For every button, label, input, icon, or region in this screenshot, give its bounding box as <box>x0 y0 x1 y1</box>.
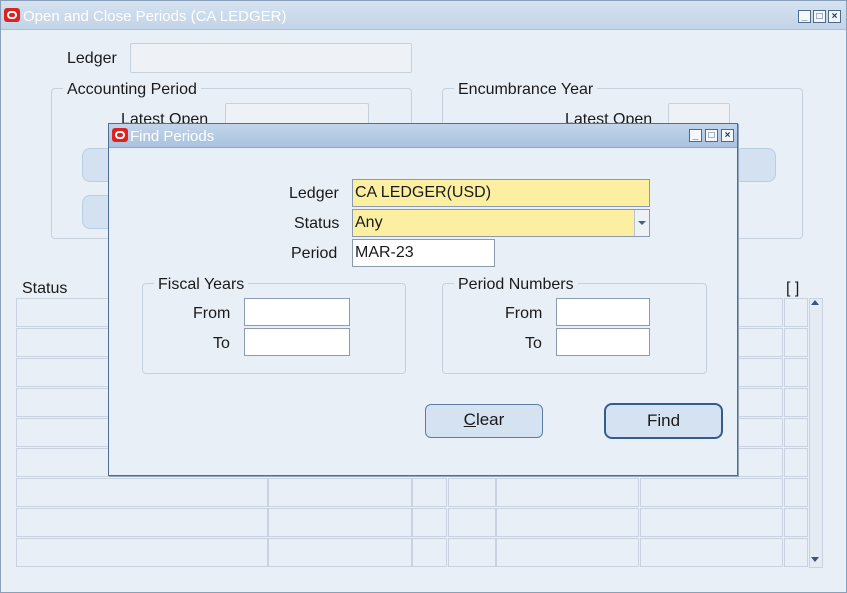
pn-from-field[interactable] <box>556 298 650 326</box>
find-periods-dialog: Find Periods _ □ × Ledger CA LEDGER(USD)… <box>108 123 738 476</box>
table-cell[interactable] <box>16 538 268 567</box>
row-select-cell[interactable] <box>784 388 808 417</box>
dialog-period-label: Period <box>291 245 338 262</box>
table-cell[interactable] <box>448 508 496 537</box>
table-cell[interactable] <box>496 478 639 507</box>
row-select-cell[interactable] <box>784 508 808 537</box>
scroll-up-arrow-icon[interactable] <box>811 300 819 305</box>
encumbrance-year-title: Encumbrance Year <box>454 81 598 99</box>
maximize-icon[interactable]: □ <box>705 129 718 142</box>
dialog-period-field[interactable]: MAR-23 <box>352 239 495 267</box>
table-cell[interactable] <box>268 538 412 567</box>
row-select-cell[interactable] <box>784 328 808 357</box>
clear-mnemonic: C <box>463 410 476 429</box>
row-select-cell[interactable] <box>784 448 808 477</box>
accounting-period-title: Accounting Period <box>63 81 201 99</box>
oracle-logo-icon <box>4 8 20 22</box>
fy-to-field[interactable] <box>244 328 350 356</box>
open-next-year-button[interactable] <box>734 148 776 182</box>
dialog-status-select[interactable]: Any <box>352 209 650 237</box>
table-cell[interactable] <box>640 478 783 507</box>
dialog-ledger-field[interactable]: CA LEDGER(USD) <box>352 179 650 207</box>
ledger-field[interactable] <box>130 43 412 73</box>
table-cell[interactable] <box>448 478 496 507</box>
fy-from-label: From <box>193 305 231 322</box>
table-cell[interactable] <box>268 478 412 507</box>
maximize-icon[interactable]: □ <box>813 10 826 23</box>
table-cell[interactable] <box>412 538 447 567</box>
row-select-cell[interactable] <box>784 358 808 387</box>
status-column-header: Status <box>22 280 68 297</box>
table-cell[interactable] <box>496 538 639 567</box>
table-cell[interactable] <box>412 478 447 507</box>
dialog-title: Find Periods <box>130 128 215 145</box>
select-column-header: [ ] <box>786 280 800 297</box>
dialog-status-label: Status <box>294 215 340 232</box>
clear-button[interactable]: Clear <box>425 404 543 438</box>
pn-to-field[interactable] <box>556 328 650 356</box>
ledger-label: Ledger <box>67 50 117 67</box>
dialog-titlebar: Find Periods _ □ × <box>109 124 737 148</box>
row-select-cell[interactable] <box>784 478 808 507</box>
table-scrollbar[interactable] <box>809 298 823 568</box>
period-numbers-title: Period Numbers <box>454 276 578 294</box>
status-dropdown-button[interactable] <box>634 210 649 236</box>
table-cell[interactable] <box>268 508 412 537</box>
table-cell[interactable] <box>412 508 447 537</box>
close-icon[interactable]: × <box>721 129 734 142</box>
minimize-icon[interactable]: _ <box>798 10 811 23</box>
table-cell[interactable] <box>16 508 268 537</box>
clear-label-rest: lear <box>475 410 505 429</box>
table-cell[interactable] <box>640 508 783 537</box>
fiscal-years-title: Fiscal Years <box>154 276 249 294</box>
chevron-down-icon <box>638 221 646 225</box>
find-button[interactable]: Find <box>604 403 723 439</box>
row-select-cell[interactable] <box>784 538 808 567</box>
table-cell[interactable] <box>640 538 783 567</box>
oracle-logo-icon <box>112 128 128 142</box>
row-select-cell[interactable] <box>784 298 808 327</box>
minimize-icon[interactable]: _ <box>689 129 702 142</box>
fy-from-field[interactable] <box>244 298 350 326</box>
main-titlebar: Open and Close Periods (CA LEDGER) _ □ × <box>1 1 846 30</box>
scroll-down-arrow-icon[interactable] <box>811 557 819 562</box>
pn-from-label: From <box>505 305 543 322</box>
close-icon[interactable]: × <box>828 10 841 23</box>
fy-to-label: To <box>213 335 230 352</box>
dialog-status-value: Any <box>355 214 383 231</box>
row-select-cell[interactable] <box>784 418 808 447</box>
table-cell[interactable] <box>448 538 496 567</box>
dialog-ledger-label: Ledger <box>289 185 339 202</box>
pn-to-label: To <box>525 335 542 352</box>
table-cell[interactable] <box>496 508 639 537</box>
table-cell[interactable] <box>16 478 268 507</box>
window-title: Open and Close Periods (CA LEDGER) <box>23 8 287 25</box>
